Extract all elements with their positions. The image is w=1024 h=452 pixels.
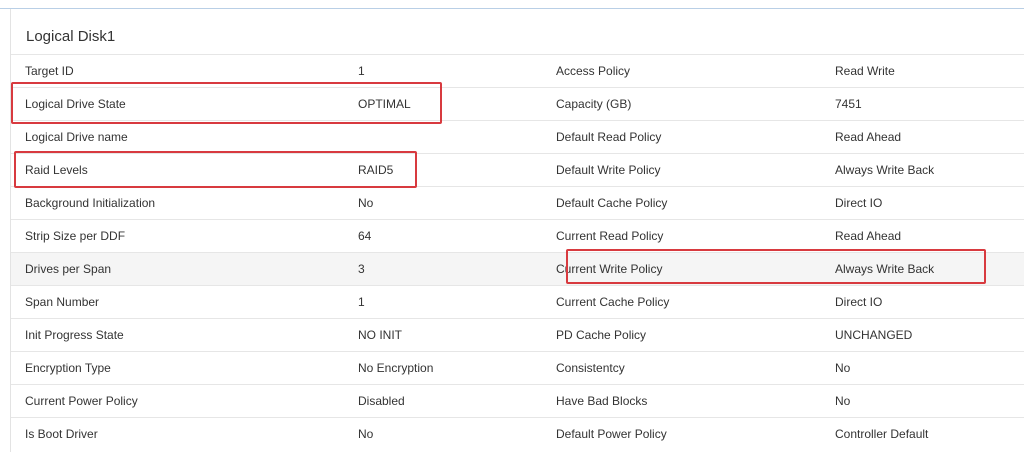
property-value: Controller Default: [821, 417, 1024, 450]
property-value: Disabled: [344, 384, 542, 418]
property-label: Logical Drive State: [11, 87, 344, 121]
property-value: 3: [344, 252, 542, 286]
property-label: Raid Levels: [11, 153, 344, 187]
property-value: No: [821, 384, 1024, 418]
property-label: Strip Size per DDF: [11, 219, 344, 253]
property-value: Read Ahead: [821, 120, 1024, 154]
property-value: Direct IO: [821, 285, 1024, 319]
table-row: Current Power Policy Disabled Have Bad B…: [11, 384, 1024, 418]
property-label: PD Cache Policy: [542, 318, 821, 352]
property-value: No: [821, 351, 1024, 385]
property-label: Current Cache Policy: [542, 285, 821, 319]
property-value: Read Write: [821, 54, 1024, 88]
property-value: No Encryption: [344, 351, 542, 385]
table-row: Is Boot Driver No Default Power Policy C…: [11, 417, 1024, 450]
property-label: Init Progress State: [11, 318, 344, 352]
table-row: Init Progress State NO INIT PD Cache Pol…: [11, 318, 1024, 352]
property-value: RAID5: [344, 153, 542, 187]
table-row: Raid Levels RAID5 Default Write Policy A…: [11, 153, 1024, 187]
property-label: Logical Drive name: [11, 120, 344, 154]
table-row: Drives per Span 3 Current Write Policy A…: [11, 252, 1024, 286]
property-label: Is Boot Driver: [11, 417, 344, 450]
property-value: Direct IO: [821, 186, 1024, 220]
logical-disk-properties-table: Target ID 1 Access Policy Read Write Log…: [11, 54, 1024, 450]
property-value: No: [344, 186, 542, 220]
property-label: Background Initialization: [11, 186, 344, 220]
property-label: Drives per Span: [11, 252, 344, 286]
table-row: Strip Size per DDF 64 Current Read Polic…: [11, 219, 1024, 253]
property-label: Current Read Policy: [542, 219, 821, 253]
property-value: NO INIT: [344, 318, 542, 352]
logical-disk-panel: Logical Disk1 Target ID 1 Access Policy …: [10, 9, 1024, 452]
property-label: Encryption Type: [11, 351, 344, 385]
property-label: Span Number: [11, 285, 344, 319]
property-label: Default Cache Policy: [542, 186, 821, 220]
property-value: Always Write Back: [821, 252, 1024, 286]
property-label: Capacity (GB): [542, 87, 821, 121]
property-label: Target ID: [11, 54, 344, 88]
property-value: [344, 120, 542, 154]
property-value: Always Write Back: [821, 153, 1024, 187]
property-value: UNCHANGED: [821, 318, 1024, 352]
table-row: Background Initialization No Default Cac…: [11, 186, 1024, 220]
property-value: OPTIMAL: [344, 87, 542, 121]
property-value: No: [344, 417, 542, 450]
table-row: Logical Drive State OPTIMAL Capacity (GB…: [11, 87, 1024, 121]
property-label: Access Policy: [542, 54, 821, 88]
table-row: Encryption Type No Encryption Consistent…: [11, 351, 1024, 385]
property-label: Default Write Policy: [542, 153, 821, 187]
table-row: Logical Drive name Default Read Policy R…: [11, 120, 1024, 154]
property-label: Default Read Policy: [542, 120, 821, 154]
property-label: Default Power Policy: [542, 417, 821, 450]
property-label: Have Bad Blocks: [542, 384, 821, 418]
property-value: Read Ahead: [821, 219, 1024, 253]
property-label: Consistentcy: [542, 351, 821, 385]
table-row: Target ID 1 Access Policy Read Write: [11, 54, 1024, 88]
property-label: Current Write Policy: [542, 252, 821, 286]
property-value: 1: [344, 54, 542, 88]
panel-title: Logical Disk1: [26, 28, 116, 45]
property-value: 1: [344, 285, 542, 319]
property-value: 64: [344, 219, 542, 253]
table-row: Span Number 1 Current Cache Policy Direc…: [11, 285, 1024, 319]
property-label: Current Power Policy: [11, 384, 344, 418]
property-value: 7451: [821, 87, 1024, 121]
